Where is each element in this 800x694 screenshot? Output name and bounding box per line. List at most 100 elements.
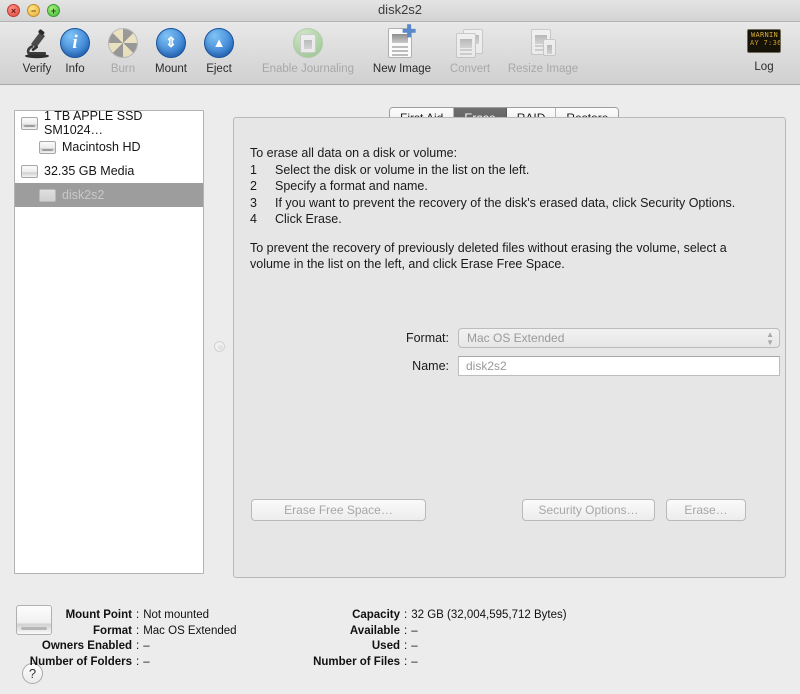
step-text: Click Erase. <box>275 212 342 226</box>
security-options-button[interactable]: Security Options… <box>522 499 655 521</box>
info-row: Available : – <box>292 624 567 640</box>
toolbar-label-eject: Eject <box>206 63 232 75</box>
info-row: Owners Enabled : – <box>0 639 237 655</box>
log-icon: WARNIN AY 7:36 <box>746 23 782 59</box>
chevron-updown-icon: ▲▼ <box>766 331 774 347</box>
disk-list-label: Macintosh HD <box>62 140 141 154</box>
info-row: Number of Files : – <box>292 655 567 671</box>
toolbar-button-enable-journaling: Enable Journaling <box>233 25 383 75</box>
info-value: – <box>143 655 149 671</box>
toolbar-label-resize-image: Resize Image <box>508 63 578 75</box>
info-column-left: Mount Point : Not mounted Format : Mac O… <box>0 608 237 670</box>
name-input[interactable]: disk2s2 <box>458 356 780 376</box>
journaling-icon <box>290 25 326 61</box>
instruction-step: 1Select the disk or volume in the list o… <box>250 162 770 179</box>
step-text: Specify a format and name. <box>275 179 428 193</box>
toolbar: Verify i Info Burn ⇕ Mount ▲ Eject <box>0 22 800 85</box>
title-bar: × − + disk2s2 <box>0 0 800 22</box>
log-screen-line-1: WARNIN <box>750 31 779 39</box>
disk-list-item-macintosh-hd[interactable]: Macintosh HD <box>15 135 203 159</box>
info-key: Capacity <box>292 608 400 624</box>
step-text: If you want to prevent the recovery of t… <box>275 196 735 210</box>
info-separator: : <box>400 624 411 640</box>
name-value: disk2s2 <box>466 359 507 373</box>
volume-icon <box>39 141 56 154</box>
eject-icon: ▲ <box>201 25 237 61</box>
disk-utility-window: × − + disk2s2 Verify i <box>0 0 800 694</box>
instruction-step: 2Specify a format and name. <box>250 178 770 195</box>
log-screen-line-2: AY 7:36 <box>750 39 779 47</box>
toolbar-label-log: Log <box>754 61 773 73</box>
step-number: 4 <box>250 211 275 228</box>
info-value: – <box>411 655 417 671</box>
step-number: 2 <box>250 178 275 195</box>
erase-instructions: To erase all data on a disk or volume: 1… <box>250 145 770 273</box>
toolbar-label-convert: Convert <box>450 63 490 75</box>
disk-list[interactable]: 1 TB APPLE SSD SM1024… Macintosh HD 32.3… <box>14 110 204 574</box>
window-title: disk2s2 <box>0 2 800 17</box>
info-value: – <box>143 639 149 655</box>
toolbar-button-log[interactable]: WARNIN AY 7:36 Log <box>734 23 794 73</box>
info-key: Number of Folders <box>0 655 132 671</box>
hard-disk-icon <box>21 117 38 130</box>
disk-list-label: 32.35 GB Media <box>44 164 134 178</box>
info-separator: : <box>132 639 143 655</box>
instructions-paragraph: To prevent the recovery of previously de… <box>250 240 770 273</box>
instruction-step: 3If you want to prevent the recovery of … <box>250 195 770 212</box>
disk-list-item-disk2s2[interactable]: disk2s2 <box>15 183 203 207</box>
format-dropdown[interactable]: Mac OS Extended ▲▼ <box>458 328 780 348</box>
instructions-heading: To erase all data on a disk or volume: <box>250 145 770 162</box>
info-row: Used : – <box>292 639 567 655</box>
volume-icon <box>39 189 56 202</box>
name-row: Name: disk2s2 <box>387 356 780 376</box>
info-key: Available <box>292 624 400 640</box>
erase-button[interactable]: Erase… <box>666 499 746 521</box>
info-key: Used <box>292 639 400 655</box>
format-label: Format: <box>387 331 449 345</box>
info-row: Capacity : 32 GB (32,004,595,712 Bytes) <box>292 608 567 624</box>
info-key: Format <box>0 624 132 640</box>
split-view-resize-handle[interactable] <box>214 341 225 352</box>
info-separator: : <box>400 639 411 655</box>
info-value: 32 GB (32,004,595,712 Bytes) <box>411 608 566 624</box>
toolbar-button-new-image[interactable]: ✚ New Image <box>365 25 439 75</box>
info-value: – <box>411 624 417 640</box>
step-text: Select the disk or volume in the list on… <box>275 163 529 177</box>
resize-image-icon <box>525 25 561 61</box>
toolbar-label-info: Info <box>65 63 84 75</box>
disk-list-item-media[interactable]: 32.35 GB Media <box>15 159 203 183</box>
toolbar-label-enable-journaling: Enable Journaling <box>262 63 354 75</box>
info-column-right: Capacity : 32 GB (32,004,595,712 Bytes) … <box>292 608 567 670</box>
step-number: 1 <box>250 162 275 179</box>
info-value: Not mounted <box>143 608 209 624</box>
info-key: Mount Point <box>0 608 132 624</box>
info-key: Number of Files <box>292 655 400 671</box>
info-separator: : <box>132 624 143 640</box>
disk-list-label: 1 TB APPLE SSD SM1024… <box>44 110 203 137</box>
info-row: Format : Mac OS Extended <box>0 624 237 640</box>
media-icon <box>21 165 38 178</box>
info-row: Number of Folders : – <box>0 655 237 671</box>
info-separator: : <box>132 608 143 624</box>
format-value: Mac OS Extended <box>467 331 564 345</box>
disk-list-item-ssd[interactable]: 1 TB APPLE SSD SM1024… <box>15 111 203 135</box>
step-number: 3 <box>250 195 275 212</box>
info-separator: : <box>400 655 411 671</box>
info-separator: : <box>132 655 143 671</box>
disk-list-label: disk2s2 <box>62 188 104 202</box>
info-value: – <box>411 639 417 655</box>
convert-icon <box>452 25 488 61</box>
name-label: Name: <box>387 359 449 373</box>
toolbar-label-new-image: New Image <box>373 63 431 75</box>
erase-panel: To erase all data on a disk or volume: 1… <box>233 117 786 578</box>
toolbar-label-burn: Burn <box>111 63 135 75</box>
new-image-icon: ✚ <box>384 25 420 61</box>
info-row: Mount Point : Not mounted <box>0 608 237 624</box>
erase-free-space-button[interactable]: Erase Free Space… <box>251 499 426 521</box>
info-separator: : <box>400 608 411 624</box>
instruction-step: 4Click Erase. <box>250 211 770 228</box>
info-value: Mac OS Extended <box>143 624 236 640</box>
toolbar-button-resize-image: Resize Image <box>493 25 593 75</box>
instructions-spacer <box>250 228 770 240</box>
info-key: Owners Enabled <box>0 639 132 655</box>
